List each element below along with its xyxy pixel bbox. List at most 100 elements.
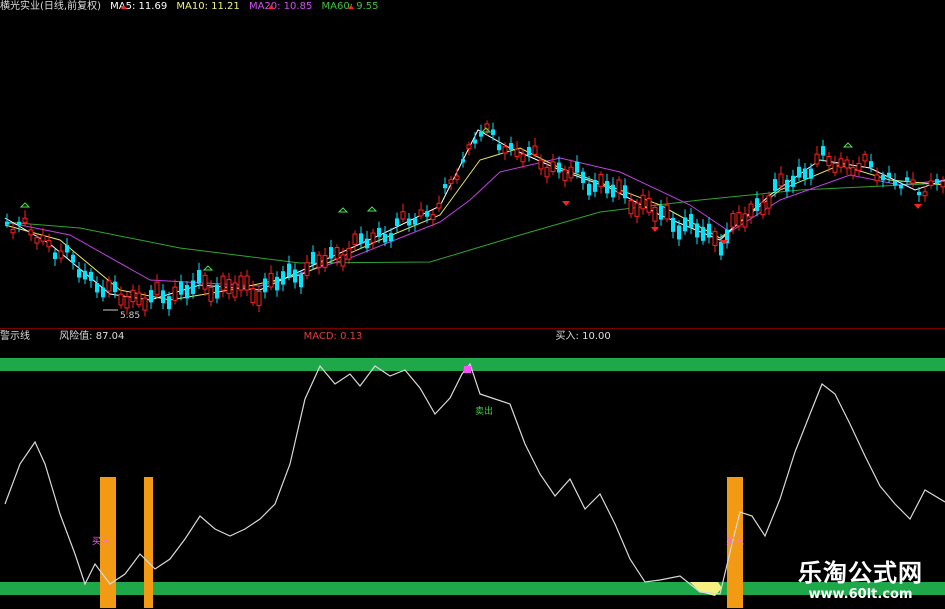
- header-arrow-icon: [348, 5, 354, 9]
- candle-body: [425, 211, 429, 217]
- ma5-line: [4, 129, 945, 301]
- header-arrow-icon: [268, 5, 274, 9]
- buy-value-label: 买入: 10.00: [555, 331, 611, 342]
- candle-body: [742, 213, 748, 228]
- candle-body: [550, 161, 556, 172]
- macd-label: MACD: 0.13: [303, 331, 363, 342]
- candle-body: [562, 169, 568, 181]
- candle-body: [311, 251, 315, 265]
- low-marker-label: 5.85: [120, 311, 140, 321]
- candle-body: [712, 231, 718, 246]
- candle-body: [581, 171, 585, 183]
- candle-body: [502, 146, 508, 154]
- candle-body: [646, 198, 652, 213]
- candle-body: [760, 201, 766, 216]
- candle-body: [329, 247, 333, 259]
- candle-body: [778, 173, 784, 187]
- candle-body: [281, 271, 285, 285]
- candle-body: [832, 163, 838, 173]
- candle-body: [640, 194, 646, 210]
- candle-body: [683, 217, 687, 232]
- candle-body: [202, 274, 208, 290]
- candle-body: [791, 175, 795, 187]
- candle-body: [491, 129, 495, 135]
- candle-body: [77, 269, 81, 278]
- watermark-brand: 乐淘公式网: [798, 559, 923, 587]
- candle-body: [869, 161, 873, 168]
- candle-body: [719, 241, 723, 256]
- candle-body: [940, 181, 945, 188]
- candle-body: [448, 179, 454, 184]
- candle-body: [154, 281, 160, 296]
- candle-body: [575, 161, 579, 173]
- candle-body: [370, 232, 376, 243]
- candle-body: [220, 275, 226, 291]
- buy-arrow-icon: [337, 207, 349, 213]
- candle-body: [365, 238, 369, 249]
- candle-body: [208, 286, 214, 302]
- candle-body: [142, 297, 148, 311]
- candle-body: [814, 153, 820, 165]
- candle-body: [28, 229, 34, 236]
- candle-body: [910, 179, 916, 184]
- risk-value-label: 风险值: 87.04: [59, 331, 125, 342]
- candle-body: [232, 282, 238, 298]
- candle-body: [352, 233, 358, 245]
- candle-body: [514, 148, 520, 157]
- candle-body: [826, 156, 832, 167]
- candle-body: [748, 203, 754, 218]
- candle-body: [454, 175, 460, 180]
- candle-body: [322, 255, 328, 268]
- candle-body: [935, 179, 939, 184]
- candle-body: [268, 272, 274, 288]
- candle-body: [101, 287, 105, 298]
- candle-body: [215, 284, 219, 299]
- signal-bar: [144, 477, 153, 608]
- candlestick-chart[interactable]: 5.85: [0, 0, 945, 328]
- candle-body: [40, 234, 46, 242]
- candle-body: [611, 184, 615, 198]
- candle-body: [197, 269, 201, 284]
- candle-body: [838, 158, 844, 168]
- candle-body: [191, 280, 195, 295]
- candle-body: [803, 168, 807, 179]
- candle-body: [167, 296, 171, 310]
- candle-body: [83, 270, 87, 280]
- candle-body: [118, 293, 124, 306]
- candle-body: [95, 282, 99, 293]
- sell-arrow-icon: [651, 227, 659, 232]
- candle-body: [730, 213, 736, 228]
- indicator-header: 警示线 风险值: 87.04 MACD: 0.13 买入: 10.00: [0, 330, 617, 344]
- candle-body: [893, 180, 897, 186]
- candle-body: [538, 159, 544, 170]
- candle-body: [461, 159, 465, 163]
- candle-body: [593, 179, 597, 192]
- candle-body: [809, 168, 813, 179]
- candle-body: [527, 146, 531, 156]
- candle-body: [821, 146, 825, 156]
- candle-body: [707, 223, 711, 238]
- candle-body: [58, 250, 64, 259]
- upper-warning-band: [0, 358, 945, 371]
- candle-body: [185, 285, 189, 299]
- candle-body: [340, 254, 346, 267]
- candle-body: [136, 292, 142, 306]
- candle-body: [443, 184, 447, 189]
- candle-body: [850, 167, 856, 176]
- candle-body: [238, 275, 244, 291]
- buy-signal-label: 买入: [92, 536, 110, 547]
- candle-body: [400, 211, 406, 220]
- candle-body: [917, 191, 921, 196]
- buy-signal-label: 买入: [726, 536, 744, 547]
- candle-body: [10, 228, 16, 234]
- candle-body: [659, 205, 663, 220]
- candle-body: [652, 206, 658, 222]
- candle-body: [161, 290, 165, 304]
- candle-body: [587, 183, 591, 196]
- candle-body: [479, 132, 483, 137]
- candle-body: [89, 271, 93, 281]
- candle-body: [509, 143, 513, 150]
- candle-body: [263, 278, 267, 293]
- candle-body: [172, 286, 178, 301]
- candle-body: [287, 263, 291, 277]
